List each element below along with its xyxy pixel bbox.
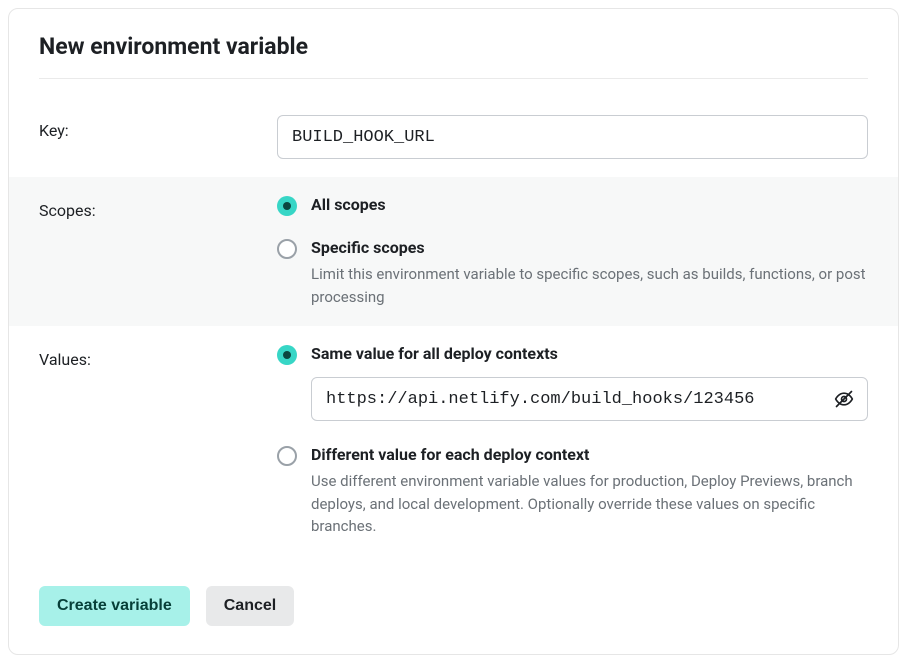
scope-specific-desc: Limit this environment variable to speci… (311, 263, 868, 308)
values-row: Values: Same value for all deploy contex… (9, 326, 898, 556)
scopes-row: Scopes: All scopes Specific scopes Limit… (9, 177, 898, 326)
radio-all-scopes[interactable] (277, 196, 297, 216)
key-row: Key: (9, 97, 898, 177)
create-variable-button[interactable]: Create variable (39, 586, 190, 626)
value-different-desc: Use different environment variable value… (311, 470, 868, 538)
value-option-different[interactable]: Different value for each deploy context … (277, 445, 868, 538)
scope-all-label: All scopes (311, 195, 868, 214)
env-var-form-card: New environment variable Key: Scopes: Al… (8, 8, 899, 655)
radio-specific-scopes[interactable] (277, 239, 297, 259)
key-input[interactable] (277, 115, 868, 159)
value-input[interactable] (311, 377, 868, 421)
values-label: Values: (39, 344, 277, 538)
radio-different-value[interactable] (277, 446, 297, 466)
card-header: New environment variable (9, 9, 898, 97)
visibility-toggle-icon[interactable] (832, 387, 856, 411)
scopes-label: Scopes: (39, 195, 277, 308)
scope-specific-label: Specific scopes (311, 238, 868, 257)
value-different-label: Different value for each deploy context (311, 445, 868, 464)
cancel-button[interactable]: Cancel (206, 586, 294, 626)
page-title: New environment variable (39, 33, 868, 79)
key-label: Key: (39, 115, 277, 159)
value-same-label: Same value for all deploy contexts (311, 344, 868, 363)
scope-option-all[interactable]: All scopes (277, 195, 868, 220)
scope-option-specific[interactable]: Specific scopes Limit this environment v… (277, 238, 868, 308)
radio-same-value[interactable] (277, 345, 297, 365)
value-option-same[interactable]: Same value for all deploy contexts (277, 344, 868, 421)
form-footer: Create variable Cancel (9, 556, 898, 654)
